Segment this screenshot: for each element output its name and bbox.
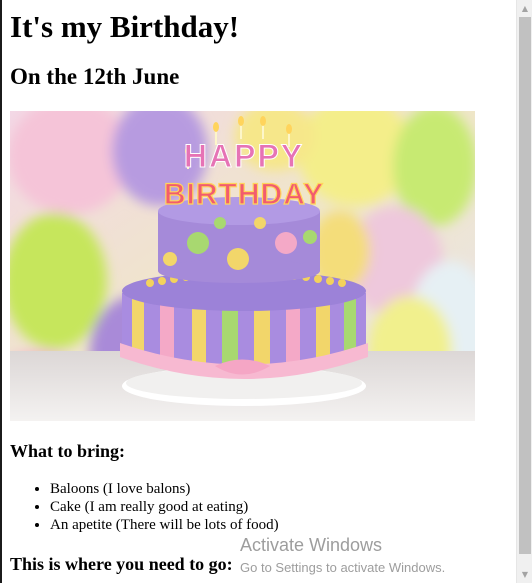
page-title: It's my Birthday! [10,9,240,44]
location-heading: This is where you need to go: [10,554,233,574]
cake-topper-birthday: BIRTHDAY [164,178,324,211]
scroll-up-arrow-icon[interactable]: ▲ [517,0,532,17]
vertical-scrollbar[interactable]: ▲ ▼ [516,0,532,583]
bring-list-item: Cake (I am really good at eating) [50,498,510,516]
what-to-bring-heading: What to bring: [10,441,126,461]
scroll-down-arrow-icon[interactable]: ▼ [517,566,532,583]
page-subtitle: On the 12th June [10,64,180,89]
scroll-thumb[interactable] [519,17,531,554]
birthday-cake-image: HAPPY BIRTHDAY [10,111,475,421]
cake-topper-happy: HAPPY [184,138,304,174]
bring-list-item: Baloons (I love balons) [50,480,510,498]
page-viewport: It's my Birthday! On the 12th June HAPPY… [0,0,516,583]
bring-list: Baloons (I love balons) Cake (I am reall… [10,480,510,534]
bring-list-item: An apetite (There will be lots of food) [50,516,510,534]
